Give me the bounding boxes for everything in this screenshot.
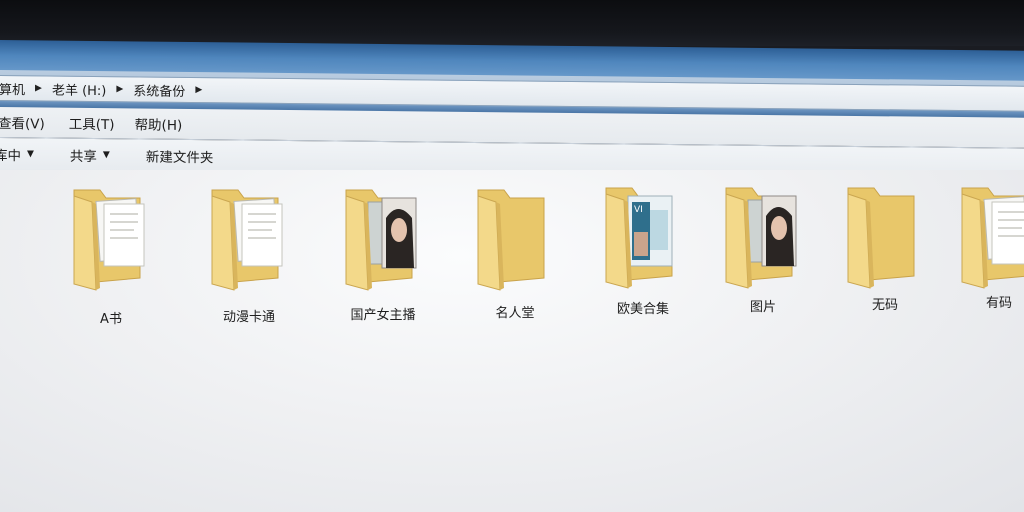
file-list: A书 动漫卡通 国产女主播 名人堂 VI 欧美合集 图片 无码 有码 xyxy=(0,170,1024,512)
folder-label: 欧美合集 xyxy=(616,302,669,317)
breadcrumb-separator-icon[interactable]: ▶ xyxy=(189,85,208,95)
folder-icon xyxy=(477,189,545,291)
folder-label: A书 xyxy=(100,312,122,327)
folder-icon: VI xyxy=(605,187,673,289)
folder-icon xyxy=(73,189,145,291)
chevron-down-icon: ▼ xyxy=(102,150,110,161)
folder-icon xyxy=(211,189,283,291)
menu-view[interactable]: 查看(V) xyxy=(0,112,55,133)
share-label: 共享 xyxy=(69,148,97,166)
explorer-window: 算机 ▶ 老羊 (H:) ▶ 系统备份 ▶ 查看(V) 工具(T) 帮助(H) … xyxy=(0,0,1024,512)
folder-item[interactable]: 动漫卡通 xyxy=(204,182,314,325)
folder-icon xyxy=(961,187,1024,289)
folder-label: 无码 xyxy=(871,298,898,313)
menu-help[interactable]: 帮助(H) xyxy=(125,113,193,134)
breadcrumb-drive[interactable]: 老羊 (H:) xyxy=(48,79,110,99)
folder-item[interactable]: A书 xyxy=(66,182,176,327)
breadcrumb-computer[interactable]: 算机 xyxy=(0,78,29,97)
menu-tools[interactable]: 工具(T) xyxy=(59,113,125,134)
folder-label: 图片 xyxy=(749,300,776,315)
monitor-bezel xyxy=(0,0,1024,46)
breadcrumb-separator-icon[interactable]: ▶ xyxy=(29,83,48,93)
folder-icon xyxy=(847,187,915,289)
folder-icon xyxy=(725,187,797,289)
chevron-down-icon: ▼ xyxy=(27,149,34,160)
breadcrumb-separator-icon[interactable]: ▶ xyxy=(110,84,129,94)
svg-text:VI: VI xyxy=(634,205,643,215)
folder-item[interactable]: VI 欧美合集 xyxy=(598,180,708,320)
folder-label: 名人堂 xyxy=(495,306,535,321)
include-in-library-label: 库中 xyxy=(0,147,21,165)
breadcrumb-folder[interactable]: 系统备份 xyxy=(129,80,189,100)
include-in-library-button[interactable]: 库中 ▼ xyxy=(0,144,34,164)
share-button[interactable]: 共享 ▼ xyxy=(70,145,110,165)
folder-icon xyxy=(345,189,417,291)
folder-item[interactable]: 有码 xyxy=(954,180,1024,320)
folder-item[interactable]: 图片 xyxy=(718,180,828,320)
folder-label: 国产女主播 xyxy=(350,308,416,323)
new-folder-button[interactable]: 新建文件夹 xyxy=(146,146,214,167)
folder-item[interactable]: 名人堂 xyxy=(470,182,580,322)
folder-label: 动漫卡通 xyxy=(222,310,275,325)
folder-item[interactable]: 国产女主播 xyxy=(338,182,448,323)
folder-item[interactable]: 无码 xyxy=(840,180,950,320)
folder-label: 有码 xyxy=(985,296,1012,311)
new-folder-label: 新建文件夹 xyxy=(145,149,214,167)
